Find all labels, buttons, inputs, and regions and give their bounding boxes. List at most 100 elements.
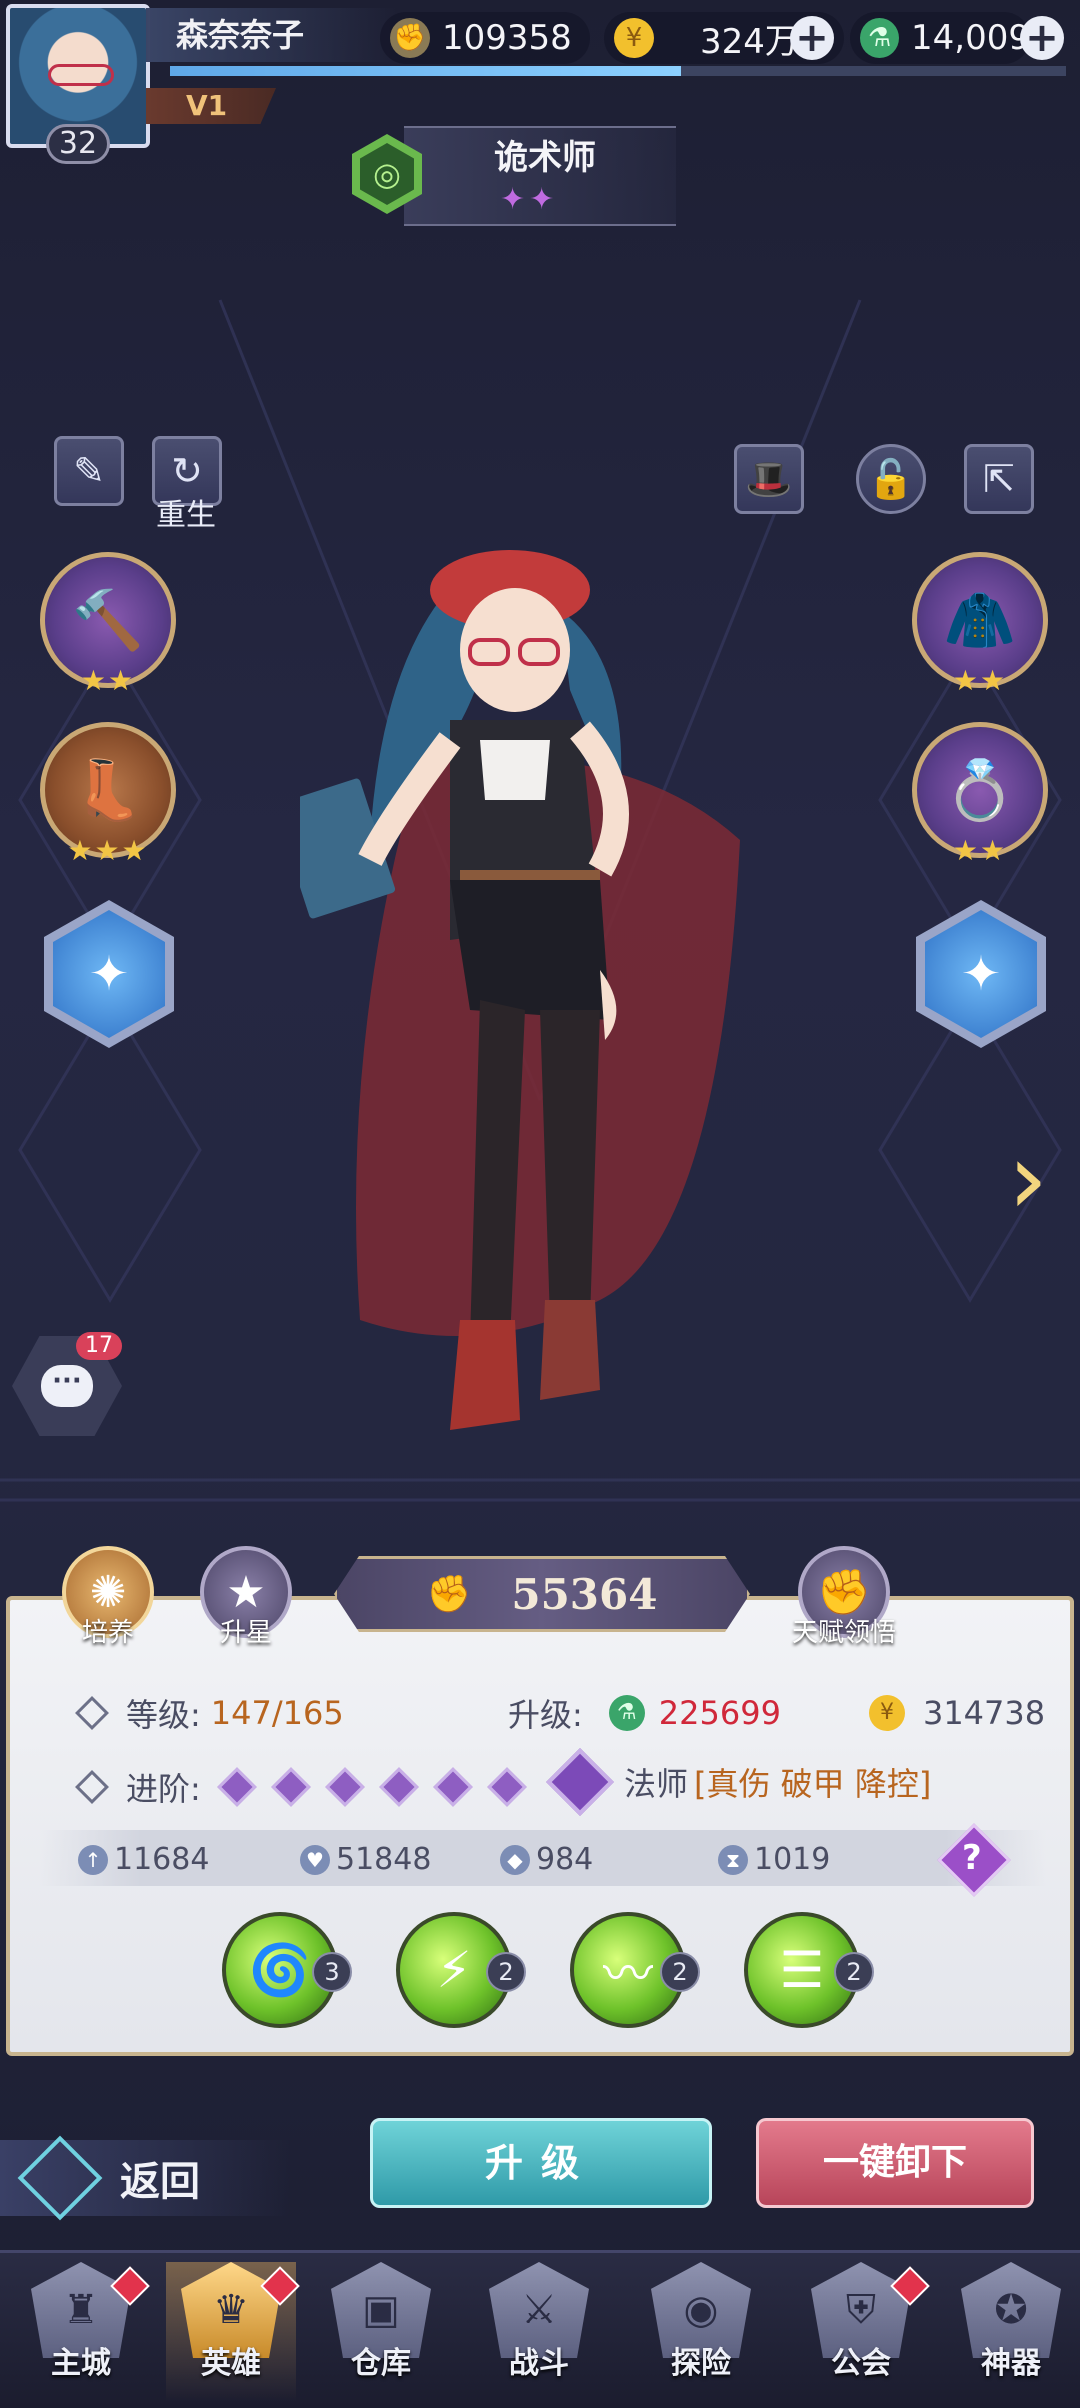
nav-main-city[interactable]: ♜ 主城 — [16, 2262, 150, 2402]
upgrade-potion-cost: 225699 — [658, 1694, 781, 1732]
role-row: 法师 [真伤 破甲 降控] — [546, 1748, 931, 1816]
upgrade-label: 升级: — [508, 1696, 583, 1734]
level-value: 147/165 — [210, 1694, 344, 1732]
defense-icon: ◆ — [500, 1844, 530, 1875]
class-stars: ✦✦ — [500, 182, 559, 217]
stat-defense: ◆ 984 — [500, 1842, 593, 1877]
speed-icon: ⧗ — [718, 1844, 748, 1875]
share-button[interactable]: ⇱ — [964, 444, 1034, 514]
chat-unread-badge: 17 — [76, 1332, 122, 1360]
upgrade-gold-cost: 314738 — [922, 1694, 1046, 1732]
hammer-icon: 🔨 — [71, 585, 145, 654]
power-resource: ✊ 109358 — [380, 12, 590, 64]
chat-bubble-icon: ··· — [41, 1365, 93, 1407]
lightning-icon: ⚡ — [436, 1941, 472, 1999]
skill-4-level: 2 — [834, 1952, 874, 1992]
advance-diamond — [432, 1767, 473, 1807]
potion-icon: ⚗ — [860, 18, 900, 58]
gust-icon: 〰 — [603, 1945, 653, 2003]
nav-artifact[interactable]: ✪ 神器 — [946, 2262, 1076, 2402]
tornado-icon: ☰ — [779, 1941, 825, 1999]
exp-bar — [170, 66, 1066, 76]
rune-slot-left[interactable]: ✦ — [44, 900, 174, 1048]
bullet-icon — [75, 1770, 109, 1804]
hero-illustration — [300, 550, 740, 1430]
share-icon: ⇱ — [983, 457, 1015, 501]
nav-explore[interactable]: ◉ 探险 — [636, 2262, 766, 2402]
wind-icon: 🌀 — [248, 1940, 312, 1999]
advance-diamonds — [216, 1767, 527, 1807]
back-diamond-icon — [17, 2135, 103, 2221]
advance-diamond — [378, 1767, 419, 1807]
potion-resource-value: 14,009 — [911, 18, 1030, 58]
gold-coin-icon: ¥ — [614, 18, 654, 58]
upgrade-cost-row: 升级: ⚗ 225699 ¥ 314738 — [508, 1690, 1045, 1736]
nav-heroes-label: 英雄 — [201, 2346, 261, 2381]
avatar-glasses — [48, 64, 114, 86]
sparkle-icon: ✦ — [925, 910, 1037, 1038]
back-button-label: 返回 — [120, 2159, 200, 2205]
stat-attack-value: 11684 — [114, 1842, 210, 1877]
attack-icon: ↑ — [78, 1844, 108, 1875]
unlock-icon: 🔓 — [867, 456, 915, 501]
hat-icon: 🎩 — [745, 456, 793, 501]
class-name: 诡术师 — [494, 138, 596, 178]
stat-speed: ⧗ 1019 — [718, 1842, 830, 1877]
question-icon: ? — [962, 1838, 982, 1878]
potion-resource: ⚗ 14,009 — [850, 12, 1030, 64]
fist-icon: ✊ — [390, 18, 430, 58]
rename-button[interactable]: ✎ — [54, 436, 124, 506]
add-gold-button[interactable]: + — [790, 16, 834, 60]
refresh-icon: ↻ — [171, 449, 203, 493]
nav-main-city-label: 主城 — [51, 2346, 111, 2381]
rebirth-label: 重生 — [156, 498, 216, 533]
combat-power-value: 55364 — [511, 1569, 658, 1619]
advance-label: 进阶: — [126, 1770, 201, 1808]
nav-guild-label: 公会 — [831, 2346, 891, 2381]
exp-bar-fill — [170, 66, 681, 76]
accessory-stars: ★★ — [952, 834, 1008, 867]
stat-attack: ↑ 11684 — [78, 1842, 209, 1877]
nav-guild[interactable]: ⛨ 公会 — [796, 2262, 930, 2402]
upgrade-button[interactable]: 升级 — [370, 2118, 712, 2208]
stat-hp: ♥ 51848 — [300, 1842, 431, 1877]
gold-resource-value: 324万 — [700, 21, 799, 62]
back-button[interactable]: 返回 — [0, 2135, 290, 2221]
nav-artifact-label: 神器 — [981, 2346, 1041, 2381]
fist-icon: ✊ — [816, 1567, 872, 1618]
appearance-button[interactable]: 🎩 — [734, 444, 804, 514]
next-hero-arrow[interactable]: › — [1008, 1120, 1048, 1237]
player-level-badge: 32 — [46, 124, 110, 164]
rune-slot-right[interactable]: ✦ — [916, 900, 1046, 1048]
nav-battle[interactable]: ⚔ 战斗 — [474, 2262, 604, 2402]
player-name: 森奈奈子 — [146, 8, 396, 62]
stat-hp-value: 51848 — [336, 1842, 432, 1877]
role-name: 法师 — [624, 1765, 689, 1803]
level-row: 等级: 147/165 — [75, 1690, 344, 1736]
armor-stars: ★★ — [952, 664, 1008, 697]
edit-icon: ✎ — [73, 449, 105, 493]
tab-train-label: 培养 — [81, 1618, 134, 1648]
trickster-icon: ◎ — [360, 143, 414, 205]
nav-heroes[interactable]: ♛ 英雄 — [166, 2262, 300, 2402]
lock-button[interactable]: 🔓 — [856, 444, 926, 514]
advance-diamond — [216, 1767, 257, 1807]
skill-2-level: 2 — [486, 1952, 526, 1992]
potion-icon: ⚗ — [608, 1695, 645, 1731]
combat-power-plate: ✊ 55364 — [334, 1556, 750, 1632]
unequip-all-button[interactable]: 一键卸下 — [756, 2118, 1034, 2208]
nav-battle-label: 战斗 — [509, 2346, 569, 2381]
hp-icon: ♥ — [300, 1844, 330, 1875]
boots-icon: 👢 — [71, 755, 145, 824]
star-icon: ★ — [226, 1566, 266, 1618]
sparkle-icon: ✦ — [53, 910, 165, 1038]
vip-badge[interactable]: V1 — [146, 88, 276, 124]
skill-3-level: 2 — [660, 1952, 700, 1992]
nav-explore-label: 探险 — [671, 2346, 731, 2381]
nav-warehouse[interactable]: ▣ 仓库 — [316, 2262, 446, 2402]
tab-star-up-label: 升星 — [219, 1618, 272, 1648]
add-potion-button[interactable]: + — [1020, 16, 1064, 60]
fist-icon: ✊ — [426, 1574, 472, 1615]
weapon-stars: ★★ — [80, 664, 136, 697]
advance-row: 进阶: — [75, 1764, 527, 1810]
